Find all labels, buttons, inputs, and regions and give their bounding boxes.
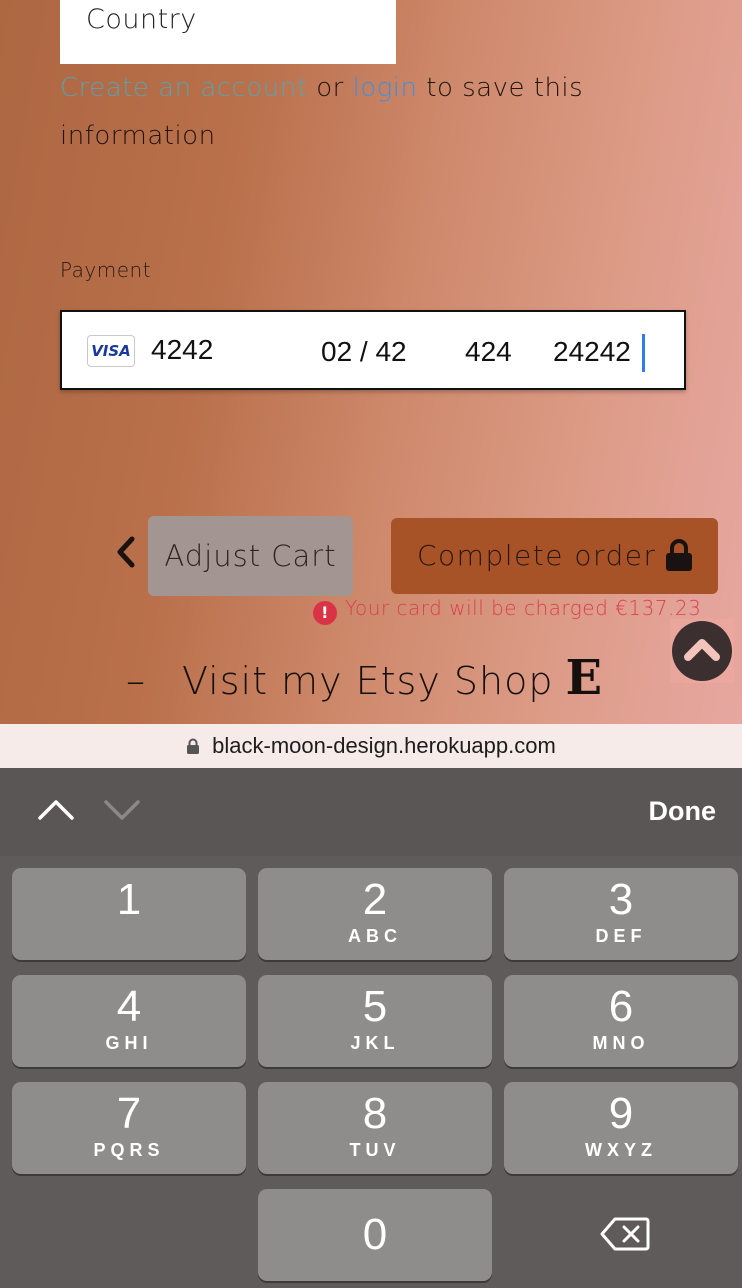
charge-notice-text: Your card will be charged €137.23	[345, 596, 702, 620]
key-6[interactable]: 6 MNO	[504, 975, 738, 1067]
card-expiry-input[interactable]: 02 / 42	[321, 336, 407, 368]
key-digit: 5	[362, 982, 388, 1031]
complete-order-label: Complete order	[417, 539, 657, 572]
key-digit: 7	[116, 1089, 142, 1138]
lock-icon	[666, 539, 692, 571]
checkout-page: Country Create an account or login to sa…	[0, 0, 742, 724]
key-letters: ABC	[348, 926, 402, 946]
key-digit: 9	[608, 1089, 634, 1138]
key-2[interactable]: 2 ABC	[258, 868, 492, 960]
card-cvc-input[interactable]: 424	[465, 336, 512, 368]
country-placeholder: Country	[86, 4, 197, 35]
or-text: or	[316, 73, 344, 103]
next-field-chevron-icon[interactable]	[102, 794, 142, 824]
key-letters: MNO	[592, 1033, 650, 1053]
key-digit: 6	[608, 982, 634, 1031]
keyboard-toolbar: Done	[0, 768, 742, 856]
url-text: black-moon-design.herokuapp.com	[212, 733, 556, 758]
key-4[interactable]: 4 GHI	[12, 975, 246, 1067]
dash-separator: –	[126, 659, 146, 703]
key-0[interactable]: 0	[258, 1189, 492, 1281]
text-cursor	[642, 334, 645, 372]
done-button[interactable]: Done	[649, 796, 717, 827]
key-digit: 1	[116, 875, 142, 924]
create-account-link[interactable]: Create an account	[60, 73, 307, 103]
key-8[interactable]: 8 TUV	[258, 1082, 492, 1174]
chevron-up-icon	[684, 639, 720, 661]
key-letters: PQRS	[93, 1140, 165, 1160]
key-5[interactable]: 5 JKL	[258, 975, 492, 1067]
backspace-delete-icon[interactable]	[600, 1216, 650, 1252]
adjust-cart-button[interactable]: Adjust Cart	[148, 516, 353, 596]
secure-lock-icon	[187, 738, 200, 754]
card-zip-input[interactable]: 24242	[553, 336, 631, 368]
key-digit: 2	[362, 875, 388, 924]
etsy-logo-icon: E	[565, 650, 604, 706]
save-info-text: Create an account or login to save this …	[60, 64, 620, 160]
key-digit: 0	[362, 1210, 388, 1259]
key-digit: 8	[362, 1089, 388, 1138]
key-9[interactable]: 9 WXYZ	[504, 1082, 738, 1174]
etsy-link-text: Visit my Etsy Shop	[182, 659, 554, 703]
scroll-top-circle	[672, 621, 732, 681]
previous-field-chevron-icon[interactable]	[36, 794, 76, 824]
key-digit: 4	[116, 982, 142, 1031]
complete-order-button[interactable]: Complete order	[391, 518, 718, 594]
card-number-input[interactable]: 4242	[151, 334, 213, 366]
key-letters: TUV	[349, 1140, 401, 1160]
key-digit: 3	[608, 875, 634, 924]
key-1[interactable]: 1	[12, 868, 246, 960]
login-link[interactable]: login	[353, 73, 418, 103]
key-letters: JKL	[350, 1033, 400, 1053]
charge-notice: ! Your card will be charged €137.23	[313, 596, 701, 625]
browser-url-bar[interactable]: black-moon-design.herokuapp.com	[0, 724, 742, 768]
key-letters: WXYZ	[585, 1140, 657, 1160]
chevron-left-icon[interactable]	[114, 534, 138, 570]
country-input[interactable]: Country	[60, 0, 396, 64]
visa-card-icon: VISA	[87, 335, 135, 367]
key-3[interactable]: 3 DEF	[504, 868, 738, 960]
card-payment-field[interactable]: VISA 4242 02 / 42 424 24242	[60, 310, 686, 390]
payment-label: Payment	[60, 258, 152, 282]
key-letters: DEF	[595, 926, 647, 946]
key-letters: GHI	[105, 1033, 153, 1053]
etsy-shop-link[interactable]: – Visit my Etsy Shop E	[126, 650, 603, 706]
key-7[interactable]: 7 PQRS	[12, 1082, 246, 1174]
alert-icon: !	[313, 601, 337, 625]
scroll-to-top-button[interactable]	[670, 619, 734, 683]
